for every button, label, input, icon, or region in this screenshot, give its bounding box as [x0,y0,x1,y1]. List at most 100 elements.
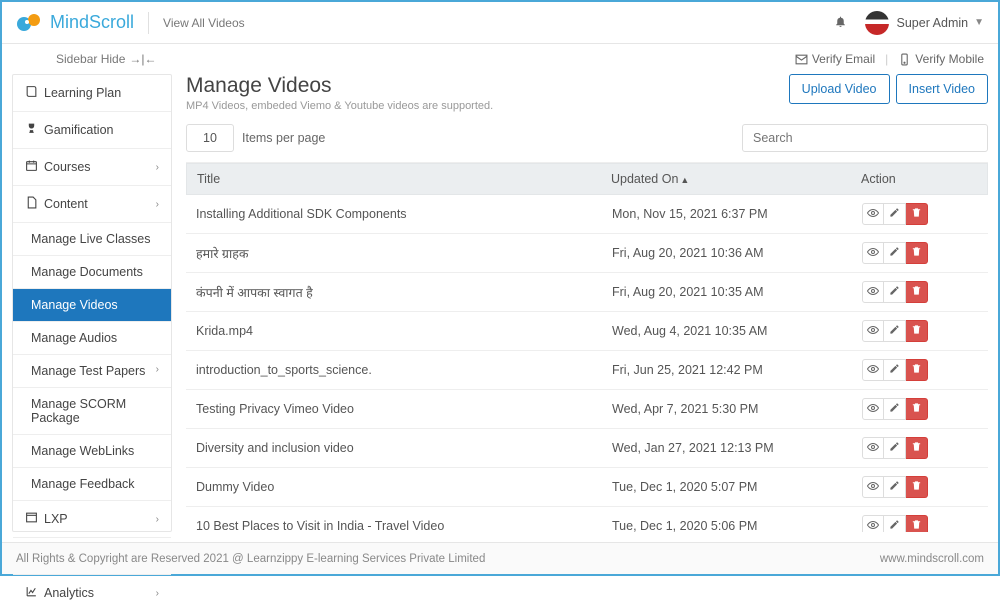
view-button[interactable] [862,281,884,303]
cell-updated: Mon, Nov 15, 2021 6:37 PM [602,199,852,229]
subnav-manage-test-papers[interactable]: Manage Test Papers› [13,355,171,388]
cell-updated: Tue, Dec 1, 2020 5:07 PM [602,472,852,502]
subnav-manage-audios[interactable]: Manage Audios [13,322,171,355]
trash-icon [911,363,922,377]
edit-button[interactable] [884,437,906,459]
verify-mobile-link[interactable]: Verify Mobile [898,52,984,66]
nav-gamification[interactable]: Gamification [13,112,171,149]
edit-button[interactable] [884,320,906,342]
delete-button[interactable] [906,242,928,264]
videos-table: Title Updated On▲ Action Installing Addi… [186,162,988,532]
view-button[interactable] [862,515,884,532]
nav-lxp[interactable]: LXP› [13,501,171,538]
cell-updated: Fri, Aug 20, 2021 10:35 AM [602,277,852,307]
delete-button[interactable] [906,398,928,420]
table-row: 10 Best Places to Visit in India - Trave… [186,507,988,532]
view-button[interactable] [862,203,884,225]
verify-email-link[interactable]: Verify Email [795,52,875,66]
edit-button[interactable] [884,281,906,303]
subnav-manage-documents[interactable]: Manage Documents [13,256,171,289]
brand-icon [16,13,44,33]
bell-icon[interactable] [834,15,847,31]
file-icon [25,196,38,212]
view-button[interactable] [862,476,884,498]
delete-button[interactable] [906,203,928,225]
items-per-page-input[interactable] [186,124,234,152]
delete-button[interactable] [906,359,928,381]
view-all-videos-link[interactable]: View All Videos [163,16,245,30]
pencil-icon [889,402,900,416]
col-updated[interactable]: Updated On▲ [601,164,851,194]
table-row: कंपनी में आपका स्वागत है Fri, Aug 20, 20… [186,273,988,312]
edit-button[interactable] [884,203,906,225]
nav-analytics[interactable]: Analytics› [13,575,171,611]
chevron-right-icon: › [156,514,159,525]
delete-button[interactable] [906,320,928,342]
pencil-icon [889,363,900,377]
subnav-manage-live-classes[interactable]: Manage Live Classes [13,223,171,256]
cell-title: कंपनी में आपका स्वागत है [186,276,602,309]
cell-action [852,273,988,311]
trash-icon [911,519,922,532]
delete-button[interactable] [906,515,928,532]
table-row: Diversity and inclusion video Wed, Jan 2… [186,429,988,468]
table-header: Title Updated On▲ Action [186,163,988,195]
cell-updated: Wed, Apr 7, 2021 5:30 PM [602,394,852,424]
edit-button[interactable] [884,242,906,264]
subnav-manage-videos[interactable]: Manage Videos [13,289,171,322]
brand-name: MindScroll [50,12,134,33]
cell-updated: Tue, Dec 1, 2020 5:06 PM [602,511,852,532]
avatar [865,11,889,35]
col-action: Action [851,164,987,194]
cell-title: Testing Privacy Vimeo Video [186,394,602,424]
user-menu[interactable]: Super Admin ▼ [865,11,984,35]
nav-content[interactable]: Content› [13,186,171,223]
edit-button[interactable] [884,515,906,532]
sidebar-hide-toggle[interactable]: Sidebar Hide →|← [56,52,157,66]
caret-down-icon: ▼ [974,17,984,28]
edit-button[interactable] [884,359,906,381]
insert-video-button[interactable]: Insert Video [896,74,988,104]
nav-learning-plan[interactable]: Learning Plan [13,75,171,112]
brand-logo[interactable]: MindScroll [16,12,134,33]
eye-icon [867,402,879,417]
eye-icon [867,519,879,533]
nav-courses[interactable]: Courses› [13,149,171,186]
window-icon [25,511,38,527]
eye-icon [867,480,879,495]
view-button[interactable] [862,320,884,342]
view-button[interactable] [862,398,884,420]
table-row: हमारे ग्राहक Fri, Aug 20, 2021 10:36 AM [186,234,988,273]
delete-button[interactable] [906,437,928,459]
view-button[interactable] [862,359,884,381]
delete-button[interactable] [906,281,928,303]
edit-button[interactable] [884,398,906,420]
trash-icon [911,324,922,338]
cell-title: हमारे ग्राहक [186,237,602,270]
pencil-icon [889,519,900,532]
cell-action [852,312,988,350]
view-button[interactable] [862,242,884,264]
page-subtitle: MP4 Videos, embeded Viemo & Youtube vide… [186,100,493,112]
items-per-page-label: Items per page [242,131,325,145]
chevron-right-icon: › [156,364,159,375]
cell-action [852,468,988,506]
search-input[interactable] [742,124,988,152]
cell-title: Krida.mp4 [186,316,602,346]
main-content: Manage Videos MP4 Videos, embeded Viemo … [172,74,988,532]
subnav-manage-feedback[interactable]: Manage Feedback [13,468,171,501]
subbar: Sidebar Hide →|← Verify Email | Verify M… [2,44,998,74]
edit-button[interactable] [884,476,906,498]
col-title[interactable]: Title [187,164,601,194]
pencil-icon [889,207,900,221]
subnav-manage-scorm-package[interactable]: Manage SCORM Package [13,388,171,435]
upload-video-button[interactable]: Upload Video [789,74,890,104]
delete-button[interactable] [906,476,928,498]
table-row: Krida.mp4 Wed, Aug 4, 2021 10:35 AM [186,312,988,351]
eye-icon [867,363,879,378]
trash-icon [911,246,922,260]
view-button[interactable] [862,437,884,459]
mobile-icon [898,53,911,66]
subnav-manage-weblinks[interactable]: Manage WebLinks [13,435,171,468]
cell-title: Dummy Video [186,472,602,502]
